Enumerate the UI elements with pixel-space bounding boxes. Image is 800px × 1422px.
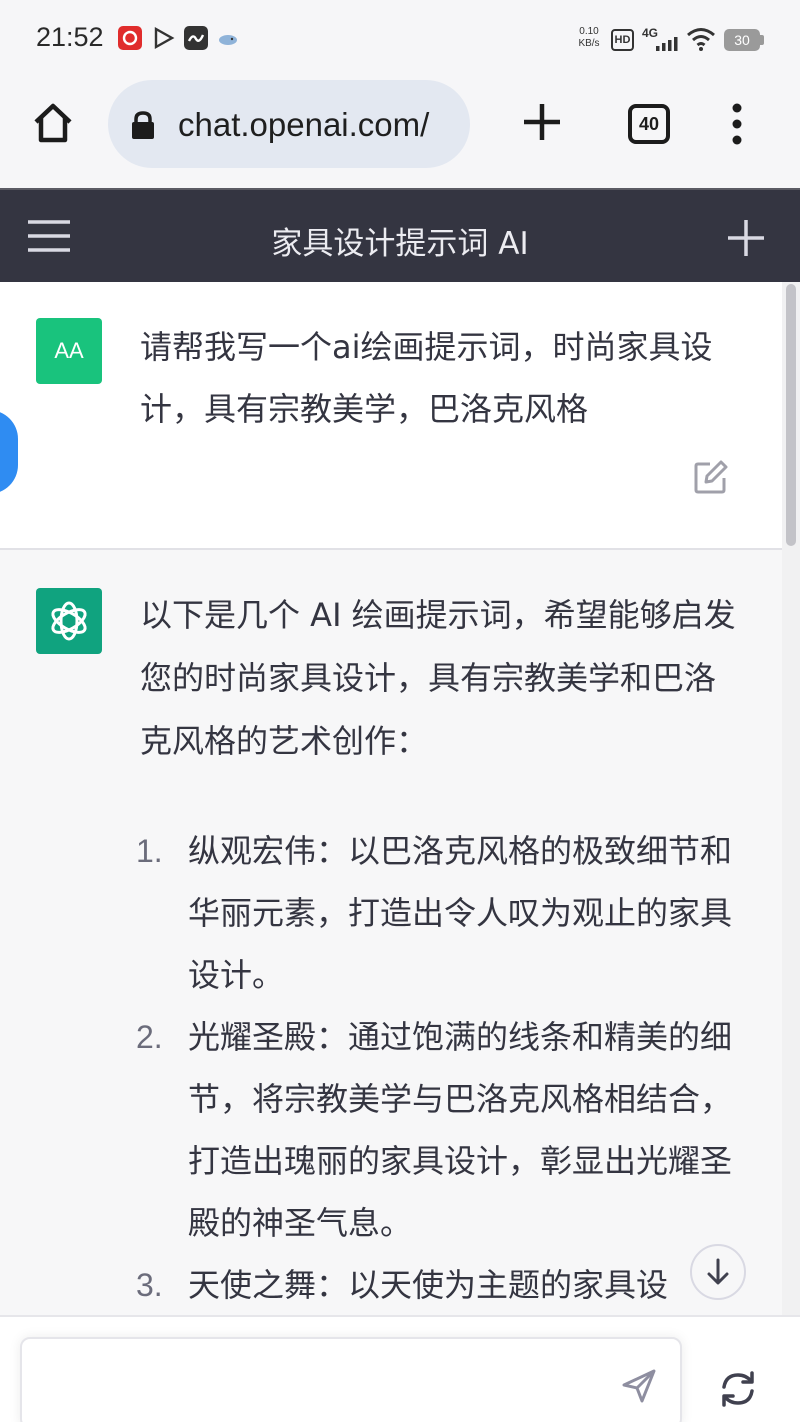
home-button[interactable] (28, 98, 78, 148)
new-chat-button[interactable] (726, 218, 766, 258)
home-icon (34, 103, 72, 143)
list-item-number: 3. (136, 1267, 163, 1303)
assistant-intro-text: 以下是几个 AI 绘画提示词，希望能够启发您的时尚家具设计，具有宗教美学和巴洛克… (140, 596, 736, 760)
address-bar[interactable]: chat.openai.com/ (108, 80, 470, 168)
user-message-text: 请帮我写一个ai绘画提示词，时尚家具设计，具有宗教美学，巴洛克风格 (140, 328, 713, 428)
new-tab-button[interactable] (520, 100, 564, 144)
status-bar: 21:52 0.10 KB/s HD 4G 30 (0, 0, 800, 80)
plus-icon (728, 220, 764, 256)
list-item: 1. 纵观宏伟：以巴洛克风格的极致细节和华丽元素，打造出令人叹为观止的家具设计。 (136, 820, 736, 1006)
url-text[interactable]: chat.openai.com/ (178, 106, 458, 144)
assistant-avatar (36, 588, 102, 654)
list-item-text: 纵观宏伟：以巴洛克风格的极致细节和华丽元素，打造出令人叹为观止的家具设计。 (188, 832, 733, 994)
kebab-menu-icon (732, 103, 742, 145)
prompt-list: 1. 纵观宏伟：以巴洛克风格的极致细节和华丽元素，打造出令人叹为观止的家具设计。… (136, 820, 736, 1315)
plus-icon (524, 104, 560, 140)
net-speed-unit: KB/s (578, 38, 600, 49)
more-menu-button[interactable] (722, 102, 752, 146)
list-item-text: 光耀圣殿：通过饱满的线条和精美的细节，将宗教美学与巴洛克风格相结合，打造出瑰丽的… (188, 1018, 733, 1242)
list-item-number: 2. (136, 1019, 163, 1055)
net-speed: 0.10 KB/s (574, 26, 604, 50)
netease-music-notification-icon (118, 26, 142, 50)
conversation-title: 家具设计提示词 AI (271, 226, 529, 262)
hd-badge: HD (611, 29, 634, 51)
message-input[interactable] (20, 1337, 682, 1422)
list-item-text: 天使之舞：以天使为主题的家具设 (188, 1266, 669, 1304)
edit-message-button[interactable] (692, 458, 730, 496)
battery-level: 30 (724, 29, 760, 51)
scrollbar-thumb[interactable] (786, 284, 796, 546)
edit-icon (694, 460, 728, 494)
list-item: 2. 光耀圣殿：通过饱满的线条和精美的细节，将宗教美学与巴洛克风格相结合，打造出… (136, 1006, 736, 1254)
list-item: 3. 天使之舞：以天使为主题的家具设 (136, 1254, 736, 1315)
regenerate-button[interactable] (716, 1367, 760, 1411)
play-store-notification-icon (152, 26, 176, 50)
wifi-icon (686, 26, 716, 52)
net-speed-value: 0.10 (579, 26, 599, 37)
tab-switcher-button[interactable]: 40 (628, 104, 670, 144)
openai-logo-icon (51, 601, 87, 641)
list-item-number: 1. (136, 833, 163, 869)
send-icon (622, 1369, 656, 1403)
browser-toolbar: chat.openai.com/ 40 (0, 80, 800, 188)
user-message: AA 请帮我写一个ai绘画提示词，时尚家具设计，具有宗教美学，巴洛克风格 (0, 282, 800, 550)
app-notification-icon (184, 26, 208, 50)
composer-area (0, 1315, 800, 1422)
assistant-message: 以下是几个 AI 绘画提示词，希望能够启发您的时尚家具设计，具有宗教美学和巴洛克… (0, 550, 800, 1315)
arrow-down-icon (707, 1258, 729, 1285)
page-scrollbar[interactable] (782, 282, 800, 1315)
signal-icon (656, 36, 678, 51)
lock-icon[interactable] (130, 110, 156, 140)
battery-icon: 30 (724, 29, 764, 51)
chat-header: 家具设计提示词 AI (0, 188, 800, 282)
whale-notification-icon (216, 26, 240, 50)
scroll-to-bottom-button[interactable] (690, 1244, 746, 1300)
refresh-icon (722, 1371, 754, 1407)
user-avatar: AA (36, 318, 102, 384)
status-time: 21:52 (36, 22, 104, 52)
send-button[interactable] (620, 1367, 658, 1405)
